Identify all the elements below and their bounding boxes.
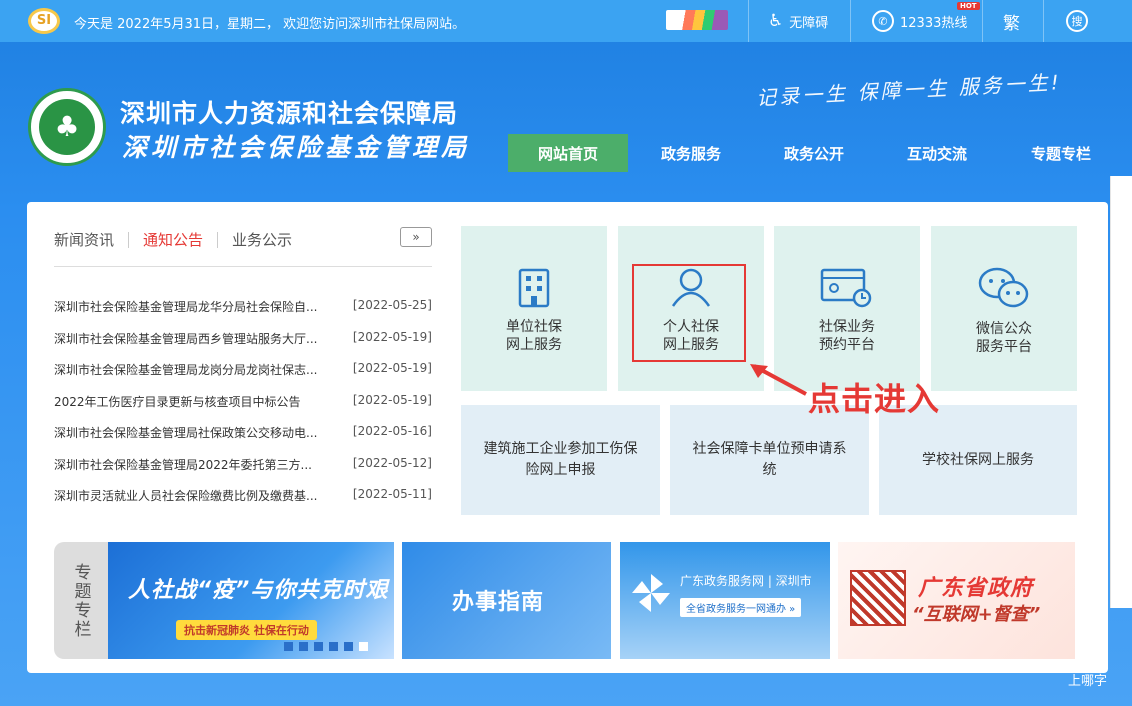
news-list: 深圳市社会保险基金管理局龙华分局社会保险自... [2022-05-25] 深圳市…: [54, 298, 432, 519]
side-panel: [1110, 176, 1132, 608]
special-column-label: 专题专栏: [54, 542, 108, 659]
pinwheel-icon: [632, 574, 670, 612]
accessibility-button[interactable]: ♿ 无障碍: [768, 0, 828, 42]
guangdong-gov-inspection-banner[interactable]: 广东省政府 “互联网+督查”: [838, 542, 1075, 659]
tab-notices[interactable]: 通知公告: [129, 229, 217, 250]
guangdong-gov-service-banner[interactable]: 广东政务服务网 | 深圳市 全省政务服务一网通办 »: [620, 542, 830, 659]
tab-business[interactable]: 业务公示: [218, 229, 306, 250]
tab-divider: [54, 266, 432, 267]
welcome-date-text: 今天是 2022年5月31日，星期二， 欢迎您访问深圳市社保局网站。: [74, 17, 466, 32]
news-tabs: 新闻资讯 通知公告 业务公示: [54, 229, 306, 250]
traditional-chinese-button[interactable]: 繁: [1003, 0, 1020, 42]
site-title-line2: 深圳市社会保险基金管理局: [122, 133, 471, 162]
nav-interaction[interactable]: 互动交流: [878, 134, 996, 172]
hotline-label: 12333热线: [900, 15, 968, 31]
service-guide-banner[interactable]: 办事指南: [402, 542, 611, 659]
school-social-security-tile[interactable]: 学校社保网上服务: [879, 405, 1077, 515]
qr-code: [850, 570, 906, 626]
red-arrow-icon: [750, 364, 807, 396]
list-item[interactable]: 深圳市社会保险基金管理局龙岗分局龙岗社保志... [2022-05-19]: [54, 361, 432, 393]
hot-badge: HOT: [957, 2, 980, 10]
tree-icon: ♣: [39, 99, 95, 155]
nav-special-topics[interactable]: 专题专栏: [1002, 134, 1120, 172]
search-icon: 搜: [1066, 10, 1088, 32]
building-icon: [518, 268, 550, 308]
search-button[interactable]: 搜: [1066, 0, 1088, 42]
mini-banner-logo[interactable]: [666, 10, 728, 30]
construction-injury-insurance-tile[interactable]: 建筑施工企业参加工伤保险网上申报: [461, 405, 660, 515]
nav-gov-disclosure[interactable]: 政务公开: [755, 134, 873, 172]
bureau-emblem: ♣: [28, 88, 106, 166]
appointment-icon: [820, 268, 872, 308]
highlight-box: [632, 264, 746, 362]
list-item[interactable]: 深圳市社会保险基金管理局龙华分局社会保险自... [2022-05-25]: [54, 298, 432, 330]
more-button[interactable]: »: [400, 227, 432, 247]
tab-news[interactable]: 新闻资讯: [54, 229, 128, 250]
click-enter-annotation: 点击进入: [808, 380, 941, 418]
anti-epidemic-banner[interactable]: 人社战“疫”与你共克时艰 抗击新冠肺炎 社保在行动: [108, 542, 394, 659]
corner-text: 上哪字: [1068, 674, 1108, 689]
wechat-icon: [978, 267, 1029, 308]
phone-icon: ✆: [872, 10, 894, 32]
list-item[interactable]: 深圳市社会保险基金管理局2022年委托第三方... [2022-05-12]: [54, 456, 432, 488]
list-item[interactable]: 深圳市社会保险基金管理局社保政策公交移动电... [2022-05-16]: [54, 424, 432, 456]
wechat-platform-tile[interactable]: 微信公众 服务平台: [931, 226, 1077, 391]
top-bar: SI 今天是 2022年5月31日，星期二， 欢迎您访问深圳市社保局网站。 ♿ …: [0, 0, 1132, 42]
hotline-button[interactable]: ✆ 12333热线: [872, 0, 967, 42]
site-title-line1: 深圳市人力资源和社会保障局: [120, 99, 459, 128]
list-item[interactable]: 深圳市社会保险基金管理局西乡管理站服务大厅... [2022-05-19]: [54, 330, 432, 362]
unit-social-security-tile[interactable]: 单位社保 网上服务: [461, 226, 607, 391]
nav-home[interactable]: 网站首页: [508, 134, 628, 172]
carousel-dots[interactable]: [284, 642, 368, 651]
list-item[interactable]: 2022年工伤医疗目录更新与核查项目中标公告 [2022-05-19]: [54, 393, 432, 425]
accessibility-label: 无障碍: [789, 15, 829, 31]
social-security-card-tile[interactable]: 社会保障卡单位预申请系统: [670, 405, 869, 515]
nav-gov-services[interactable]: 政务服务: [632, 134, 750, 172]
slogan: 记录一生 保障一生 服务一生!: [755, 70, 1063, 110]
si-logo: SI: [28, 8, 60, 34]
list-item[interactable]: 深圳市灵活就业人员社会保险缴费比例及缴费基... [2022-05-11]: [54, 487, 432, 519]
wheelchair-icon: ♿: [768, 11, 784, 31]
